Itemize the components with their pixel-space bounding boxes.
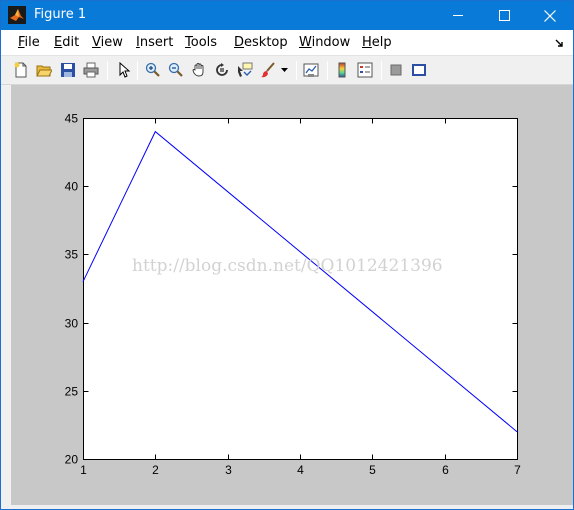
new-figure-icon[interactable] <box>11 60 31 80</box>
hide-plot-tools-icon[interactable] <box>386 60 406 80</box>
menu-desktop[interactable]: Desktop <box>234 35 288 50</box>
figure-canvas[interactable] <box>11 85 573 505</box>
close-button[interactable] <box>527 1 573 30</box>
zoom-out-icon[interactable] <box>166 60 186 80</box>
open-file-icon[interactable] <box>34 60 54 80</box>
close-icon <box>544 9 556 22</box>
figure-window: Figure 1 File Edit View Insert Tools Des… <box>0 0 574 510</box>
print-icon[interactable] <box>81 60 101 80</box>
menu-insert[interactable]: Insert <box>136 35 173 50</box>
menu-file[interactable]: File <box>18 35 40 50</box>
menu-bar: File Edit View Insert Tools Desktop Wind… <box>1 30 573 56</box>
colorbar-icon[interactable] <box>332 60 352 80</box>
link-plot-icon[interactable] <box>301 60 321 80</box>
show-plot-tools-icon[interactable] <box>409 60 429 80</box>
menu-edit[interactable]: Edit <box>54 35 79 50</box>
save-icon[interactable] <box>58 60 78 80</box>
maximize-icon <box>498 10 510 21</box>
menu-help[interactable]: Help <box>362 35 392 50</box>
window-title: Figure 1 <box>34 7 87 22</box>
brush-icon[interactable] <box>258 60 278 80</box>
matlab-logo-icon <box>8 6 26 24</box>
dock-arrow-icon[interactable] <box>555 36 565 54</box>
menu-window[interactable]: Window <box>299 35 350 50</box>
menu-view[interactable]: View <box>92 35 123 50</box>
figure-toolbar <box>1 56 573 85</box>
minimize-button[interactable] <box>435 1 481 30</box>
legend-icon[interactable] <box>355 60 375 80</box>
maximize-button[interactable] <box>481 1 527 30</box>
pan-icon[interactable] <box>189 60 209 80</box>
edit-plot-icon[interactable] <box>113 60 133 80</box>
title-bar[interactable]: Figure 1 <box>1 1 573 30</box>
menu-tools[interactable]: Tools <box>185 35 217 50</box>
minimize-icon <box>452 10 464 21</box>
rotate-3d-icon[interactable] <box>212 60 232 80</box>
brush-dropdown-icon[interactable] <box>278 60 290 80</box>
data-cursor-icon[interactable] <box>235 60 255 80</box>
zoom-in-icon[interactable] <box>143 60 163 80</box>
